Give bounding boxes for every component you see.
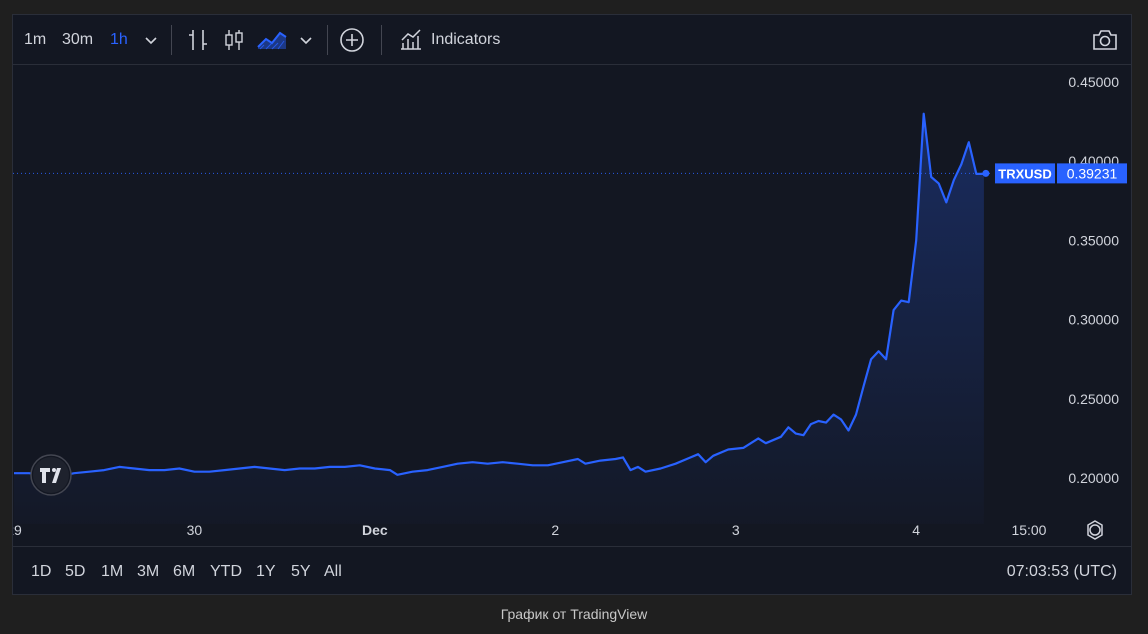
interval-1m-button[interactable]: 1m	[24, 26, 46, 54]
range-all-button[interactable]: All	[324, 559, 342, 585]
y-tick-label: 0.20000	[1068, 470, 1119, 486]
camera-icon[interactable]	[1091, 27, 1119, 53]
bar-chart-icon[interactable]	[185, 27, 211, 53]
x-tick-label: 30	[187, 522, 203, 538]
range-bar: 1D 5D 1M 3M 6M YTD 1Y 5Y All 07:03:53 (U…	[13, 546, 1131, 596]
indicators-icon[interactable]	[398, 27, 424, 53]
chevron-down-icon[interactable]	[141, 27, 161, 53]
toolbar-divider	[327, 25, 328, 55]
x-tick-label: 29	[13, 522, 22, 538]
top-toolbar: 1m 30m 1h Indicators	[13, 15, 1131, 65]
toolbar-divider	[381, 25, 382, 55]
toolbar-divider	[171, 25, 172, 55]
range-ytd-button[interactable]: YTD	[210, 559, 242, 585]
price-chart[interactable]: 0.45000 0.40000 0.35000 0.30000 0.25000 0.200…	[6, 66, 1133, 546]
last-price-label: 0.39231	[1067, 165, 1118, 181]
last-price-dot	[982, 169, 990, 177]
x-tick-label: 15:00	[1011, 522, 1046, 538]
symbol-label: TRXUSD	[998, 166, 1051, 181]
range-1m-button[interactable]: 1M	[101, 559, 123, 585]
x-tick-label: 3	[732, 522, 740, 538]
x-tick-label: Dec	[362, 522, 388, 538]
chart-svg[interactable]: 0.450000.400000.350000.300000.250000.200…	[6, 66, 1133, 546]
indicators-button[interactable]: Indicators	[431, 26, 500, 54]
chart-credit: График от TradingView	[500, 606, 648, 622]
tradingview-logo[interactable]	[30, 454, 72, 496]
x-tick-label: 2	[551, 522, 559, 538]
range-1d-button[interactable]: 1D	[31, 559, 51, 585]
chart-widget: 1m 30m 1h Indicators 0.45000 0.40000 0.3…	[6, 14, 1133, 596]
y-tick-label: 0.25000	[1068, 391, 1119, 407]
x-tick-label: 4	[912, 522, 920, 538]
range-5d-button[interactable]: 5D	[65, 559, 85, 585]
interval-30m-button[interactable]: 30m	[62, 26, 93, 54]
add-compare-icon[interactable]	[339, 27, 365, 53]
interval-1h-button[interactable]: 1h	[110, 26, 128, 54]
gear-icon[interactable]	[1087, 520, 1103, 540]
utc-clock[interactable]: 07:03:53 (UTC)	[1007, 559, 1117, 585]
y-tick-label: 0.45000	[1068, 74, 1119, 90]
y-tick-label: 0.35000	[1068, 232, 1119, 248]
range-5y-button[interactable]: 5Y	[291, 559, 311, 585]
range-1y-button[interactable]: 1Y	[256, 559, 276, 585]
area-chart-icon[interactable]	[256, 27, 288, 53]
range-3m-button[interactable]: 3M	[137, 559, 159, 585]
range-6m-button[interactable]: 6M	[173, 559, 195, 585]
candlestick-icon[interactable]	[221, 27, 247, 53]
chevron-down-icon[interactable]	[296, 27, 316, 53]
y-tick-label: 0.30000	[1068, 312, 1119, 328]
